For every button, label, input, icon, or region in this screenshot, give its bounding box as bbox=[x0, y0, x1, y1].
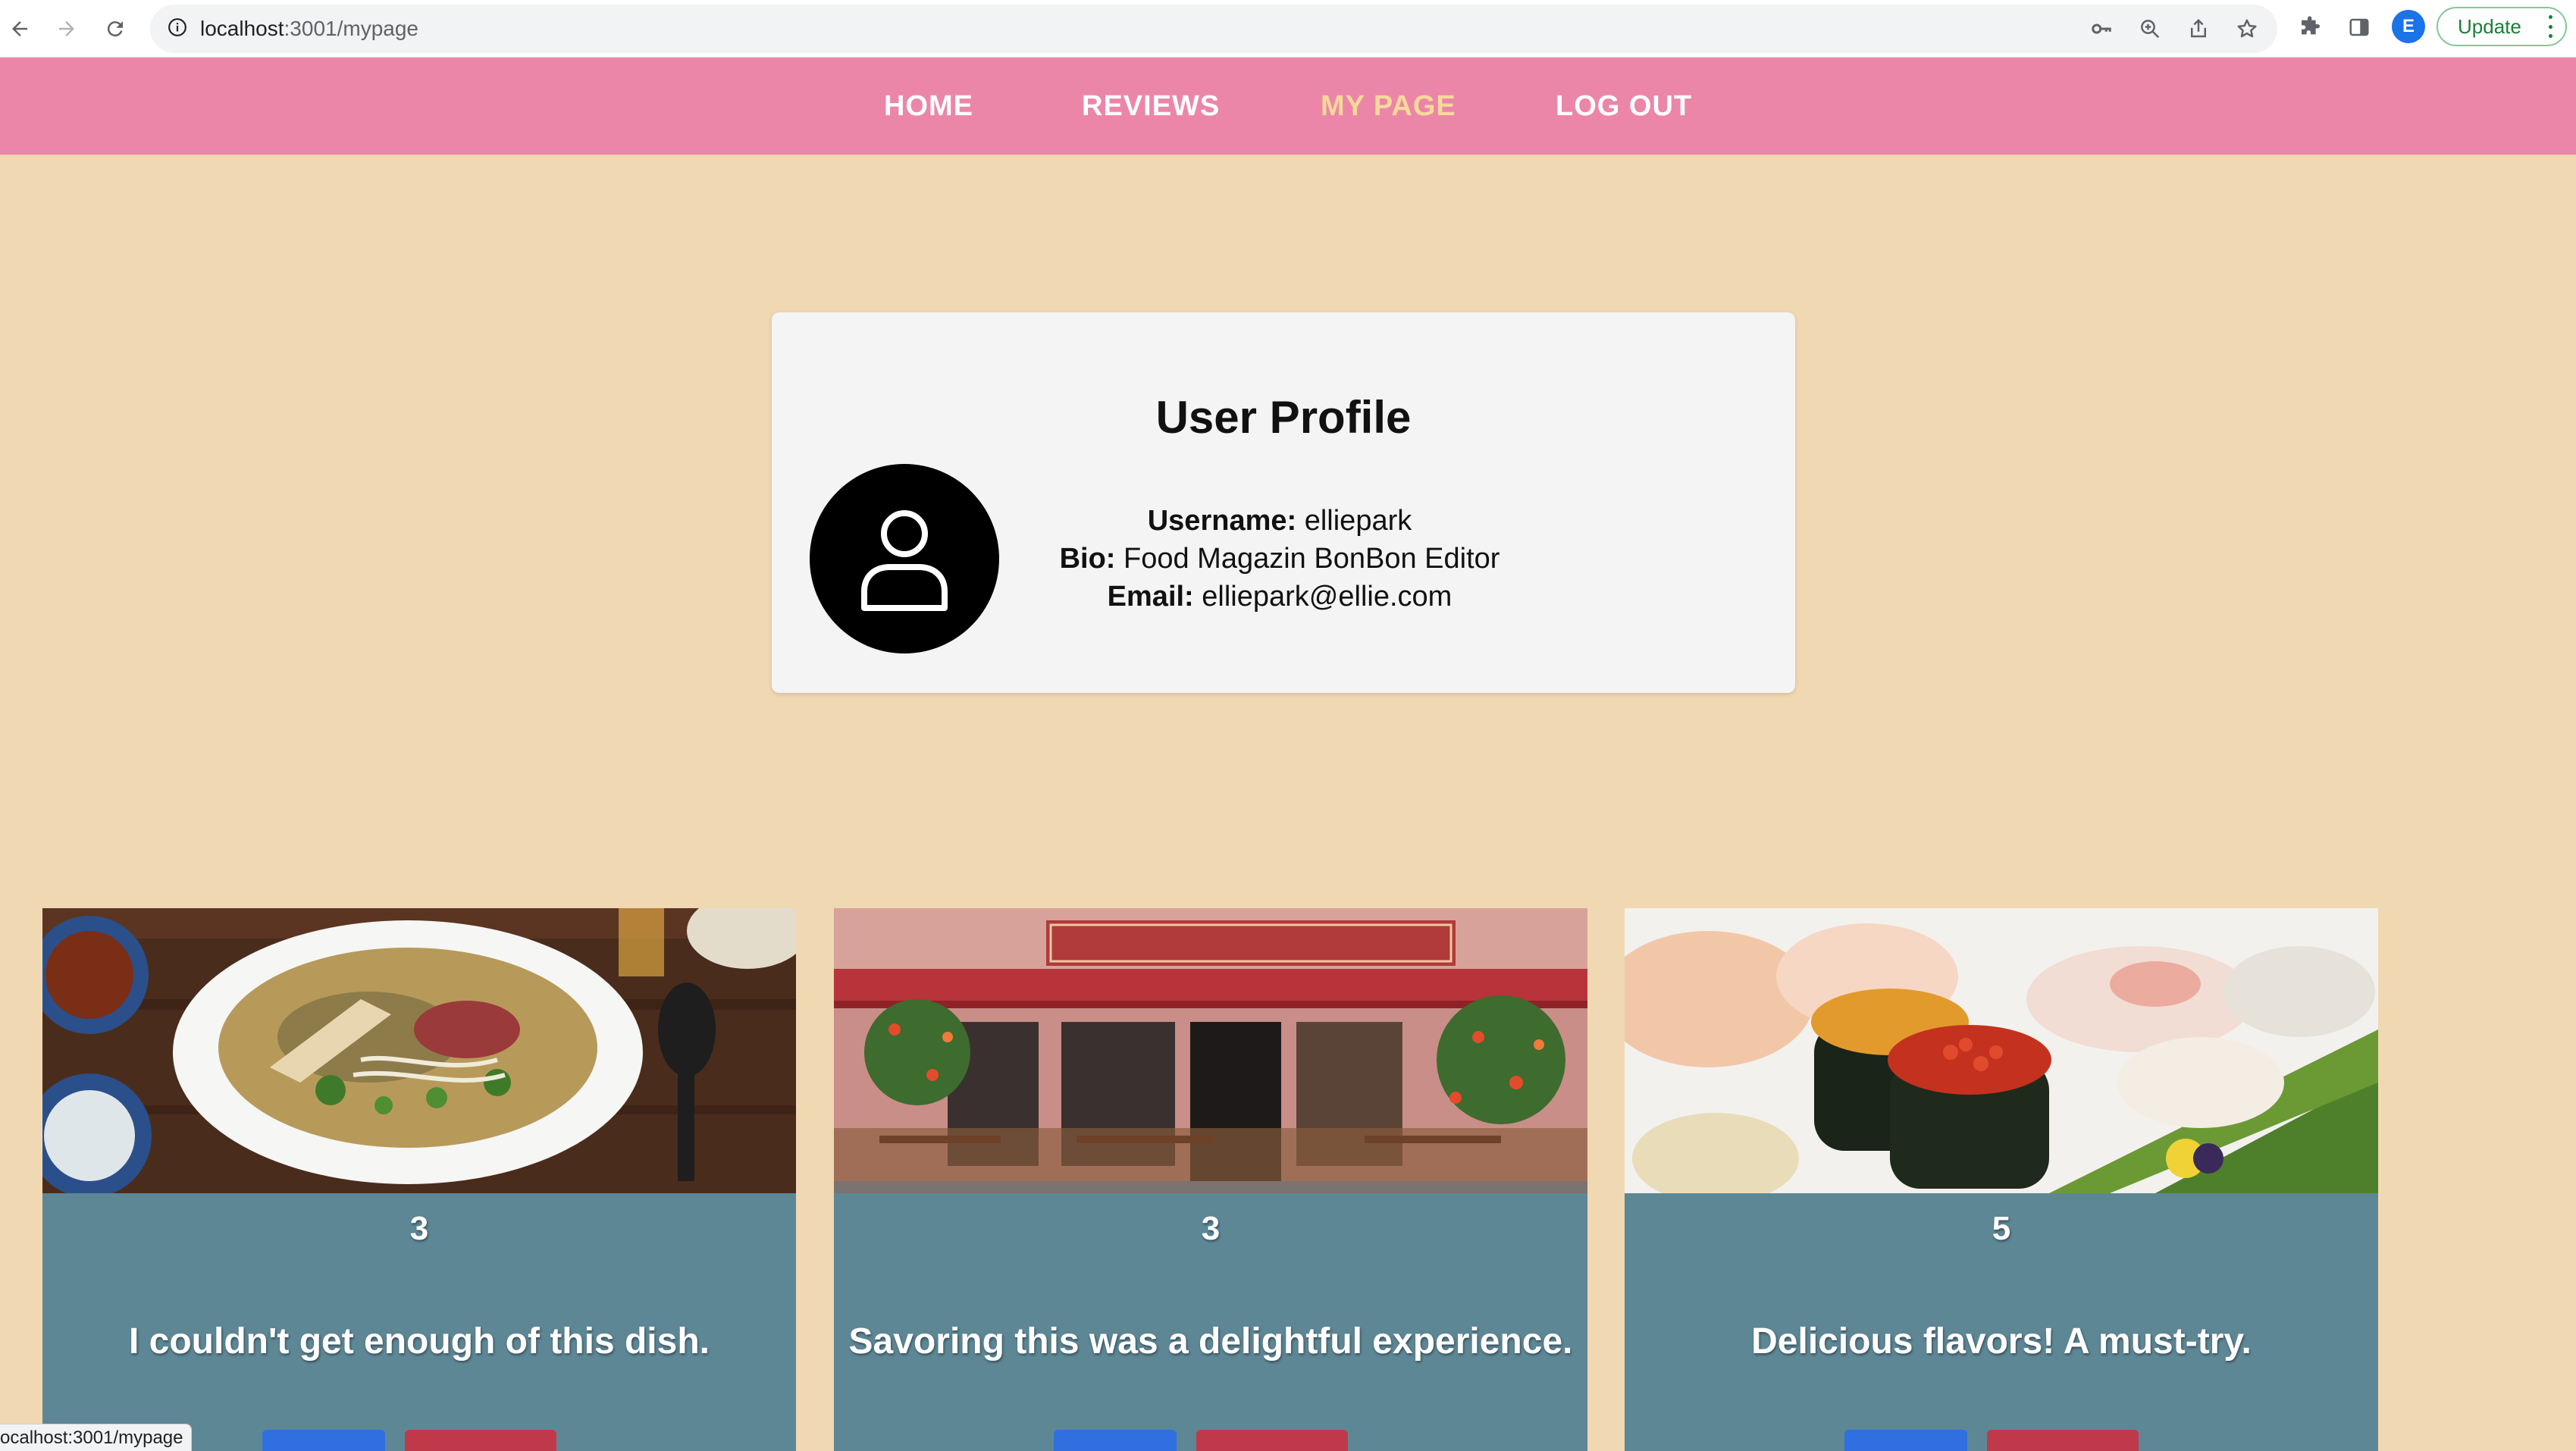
review-image-morini-restaurant-front bbox=[834, 908, 1587, 1193]
profile-title: User Profile bbox=[1155, 392, 1412, 443]
profile-username-row: Username: elliepark bbox=[1014, 502, 1545, 540]
review-card: 3 Savoring this was a delightful experie… bbox=[834, 908, 1587, 1451]
review-rating: 3 bbox=[1201, 1210, 1221, 1247]
profile-email-row: Email: elliepark@ellie.com bbox=[1014, 578, 1545, 616]
profile-avatar-chrome[interactable]: E bbox=[2392, 10, 2425, 43]
profile-info: Username: elliepark Bio: Food Magazin Bo… bbox=[1014, 502, 1545, 616]
delete-review-button[interactable] bbox=[405, 1430, 556, 1451]
review-card: 5 Delicious flavors! A must-try. bbox=[1625, 908, 2378, 1451]
email-label: Email: bbox=[1107, 581, 1194, 613]
username-label: Username: bbox=[1147, 505, 1297, 537]
address-bar[interactable]: localhost:3001/mypage bbox=[150, 5, 2277, 53]
email-value: elliepark@ellie.com bbox=[1202, 581, 1453, 613]
delete-review-button[interactable] bbox=[1987, 1430, 2139, 1451]
reload-icon[interactable] bbox=[97, 11, 133, 47]
review-text: Savoring this was a delightful experienc… bbox=[848, 1321, 1573, 1362]
nav-log-out[interactable]: LOG OUT bbox=[1556, 58, 1692, 155]
nav-reviews[interactable]: REVIEWS bbox=[1082, 58, 1220, 155]
key-icon[interactable] bbox=[2086, 15, 2117, 42]
extensions-icon[interactable] bbox=[2294, 11, 2327, 44]
user-avatar-icon bbox=[810, 464, 999, 653]
review-image-pho-bowl bbox=[42, 908, 796, 1193]
back-icon[interactable] bbox=[2, 11, 38, 47]
more-icon bbox=[2547, 15, 2553, 38]
edit-review-button[interactable] bbox=[1054, 1430, 1177, 1451]
user-profile-card: User Profile Username: elliepark Bio: Fo… bbox=[772, 312, 1795, 693]
review-text: I couldn't get enough of this dish. bbox=[128, 1321, 710, 1362]
update-label: Update bbox=[2458, 14, 2521, 38]
edit-review-button[interactable] bbox=[262, 1430, 385, 1451]
review-text: Delicious flavors! A must-try. bbox=[1751, 1321, 2252, 1362]
site-info-icon[interactable] bbox=[165, 15, 190, 39]
site-navbar: HOME REVIEWS MY PAGE LOG OUT bbox=[0, 58, 2576, 155]
profile-bio-row: Bio: Food Magazin BonBon Editor bbox=[1014, 540, 1545, 578]
nav-my-page[interactable]: MY PAGE bbox=[1321, 58, 1456, 155]
nav-home[interactable]: HOME bbox=[884, 58, 973, 155]
review-card: 3 I couldn't get enough of this dish. bbox=[42, 908, 796, 1451]
url-path: :3001/mypage bbox=[284, 17, 418, 40]
delete-review-button[interactable] bbox=[1196, 1430, 1348, 1451]
side-panel-icon[interactable] bbox=[2343, 11, 2376, 44]
status-bar-url: ocalhost:3001/mypage bbox=[0, 1424, 192, 1451]
review-rating: 5 bbox=[1992, 1210, 2011, 1247]
browser-toolbar: localhost:3001/mypage E Update bbox=[0, 0, 2576, 58]
share-icon[interactable] bbox=[2183, 15, 2214, 42]
bio-value: Food Magazin BonBon Editor bbox=[1123, 543, 1500, 575]
review-image-sushi-plate bbox=[1625, 908, 2378, 1193]
forward-icon[interactable] bbox=[49, 11, 85, 47]
zoom-icon[interactable] bbox=[2135, 15, 2165, 42]
review-rating: 3 bbox=[409, 1210, 429, 1247]
edit-review-button[interactable] bbox=[1844, 1430, 1967, 1451]
bio-label: Bio: bbox=[1059, 543, 1116, 575]
url-text[interactable]: localhost:3001/mypage bbox=[200, 5, 418, 53]
username-value: elliepark bbox=[1304, 505, 1412, 537]
bookmark-star-icon[interactable] bbox=[2232, 15, 2262, 42]
update-button[interactable]: Update bbox=[2437, 7, 2567, 46]
url-host: localhost bbox=[200, 17, 284, 40]
